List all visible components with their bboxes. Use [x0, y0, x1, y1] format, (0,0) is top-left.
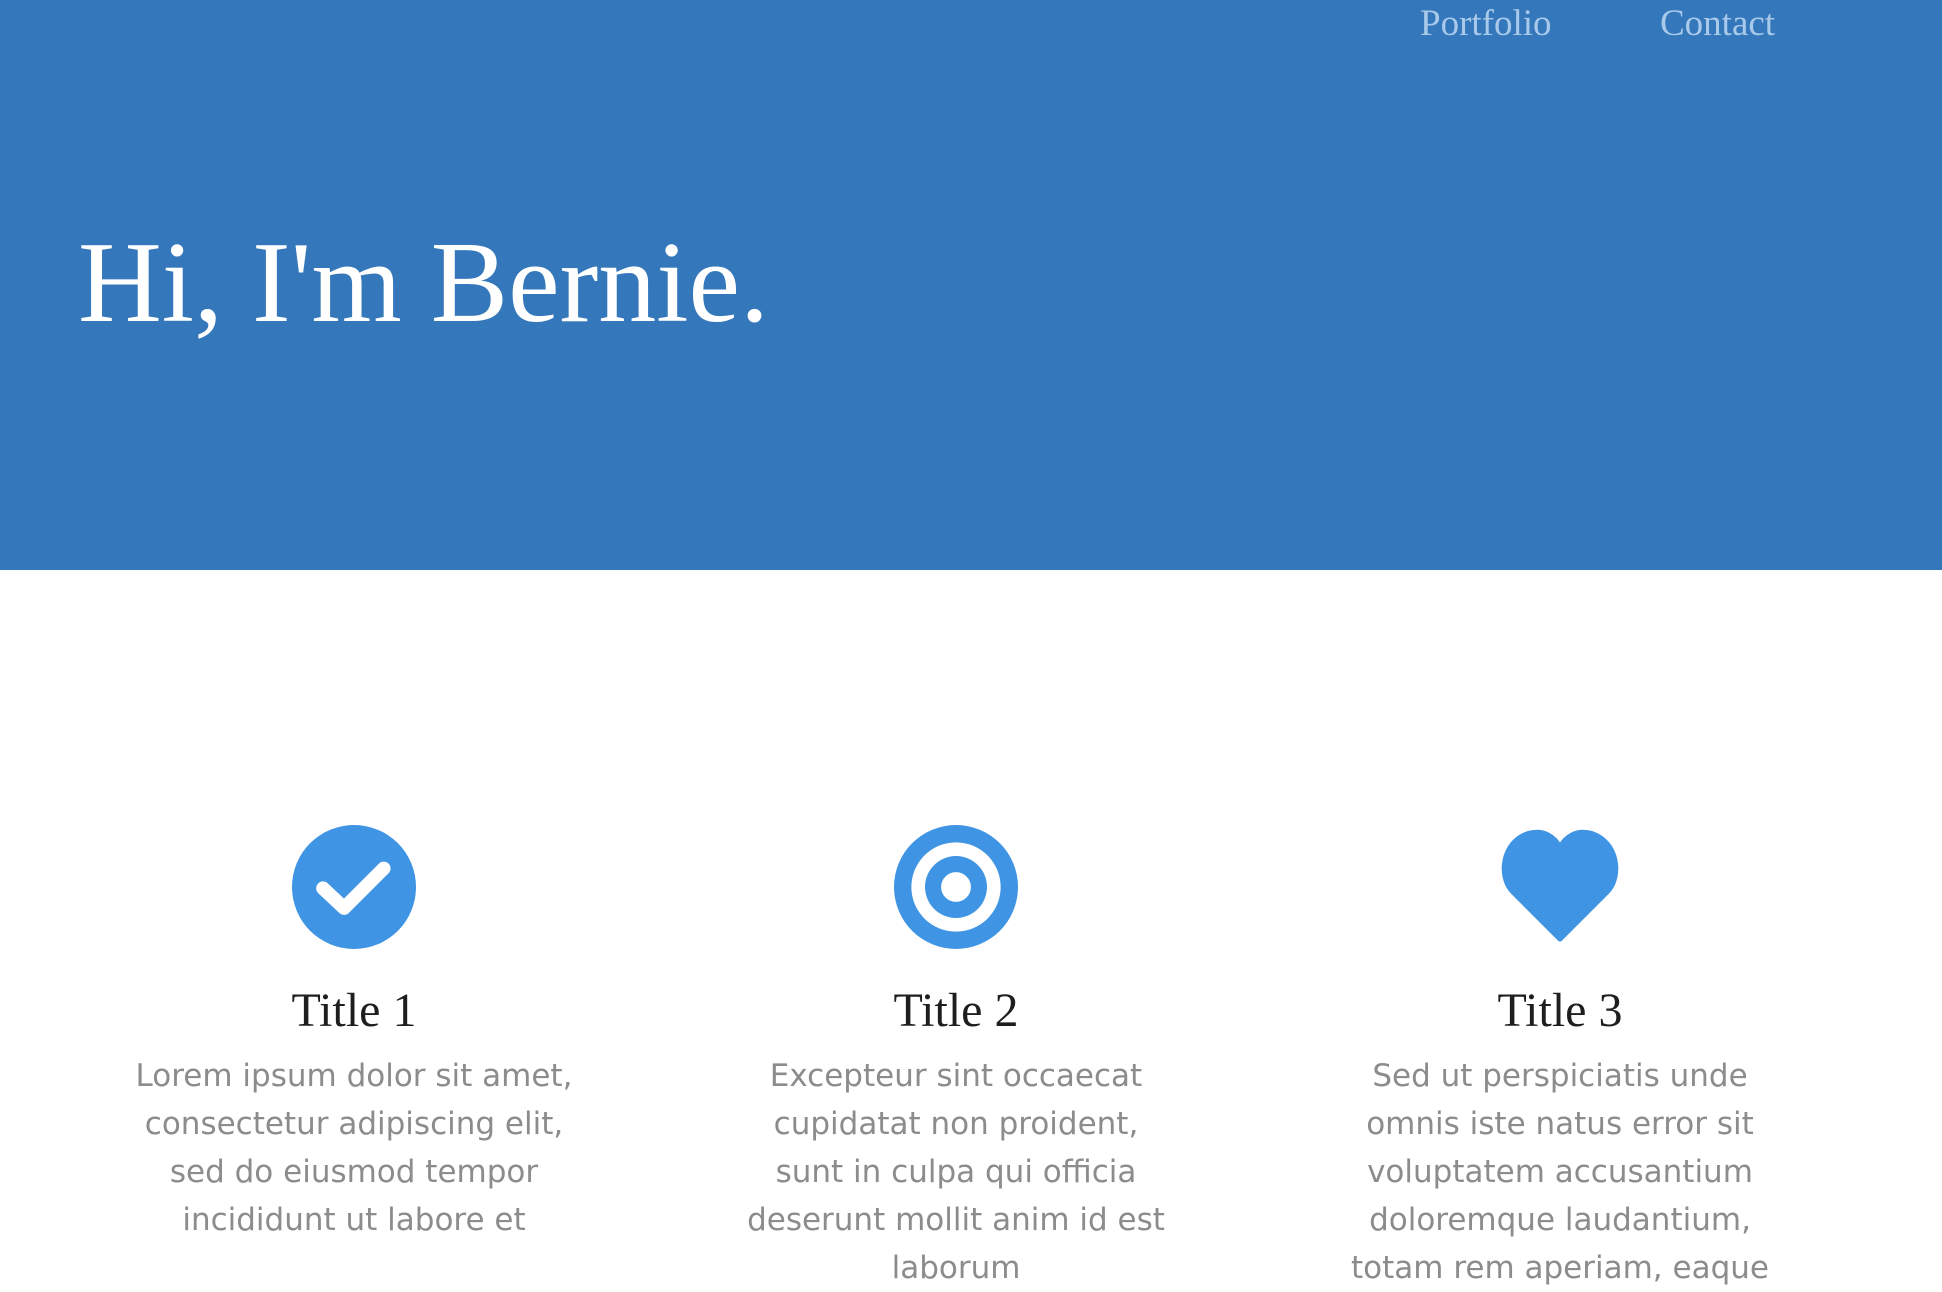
feature-text: Excepteur sint occaecat cupidatat non pr…: [747, 1057, 1165, 1286]
feature-card-1: Title 1 Lorem ipsum dolor sit amet, cons…: [124, 825, 584, 1244]
hero-title: Hi, I'm Bernie.: [78, 219, 769, 347]
feature-text: Sed ut perspiciatis unde omnis iste natu…: [1351, 1057, 1769, 1286]
feature-text: Lorem ipsum dolor sit amet, consectetur …: [135, 1057, 573, 1238]
nav-link-portfolio[interactable]: Portfolio: [1420, 2, 1552, 45]
feature-title: Title 1: [291, 984, 417, 1037]
nav-link-contact[interactable]: Contact: [1660, 2, 1775, 45]
top-nav: Portfolio Contact: [0, 0, 1942, 60]
check-circle-icon: [292, 825, 416, 949]
hero-section: Portfolio Contact Hi, I'm Bernie.: [0, 0, 1942, 570]
features-section: Title 1 Lorem ipsum dolor sit amet, cons…: [0, 570, 1942, 1286]
feature-card-2: Title 2 Excepteur sint occaecat cupidata…: [726, 825, 1186, 1292]
feature-title: Title 3: [1497, 984, 1623, 1037]
target-icon: [894, 825, 1018, 949]
feature-card-3: Title 3 Sed ut perspiciatis unde omnis i…: [1330, 825, 1790, 1292]
heart-icon: [1501, 829, 1619, 942]
feature-title: Title 2: [893, 984, 1019, 1037]
